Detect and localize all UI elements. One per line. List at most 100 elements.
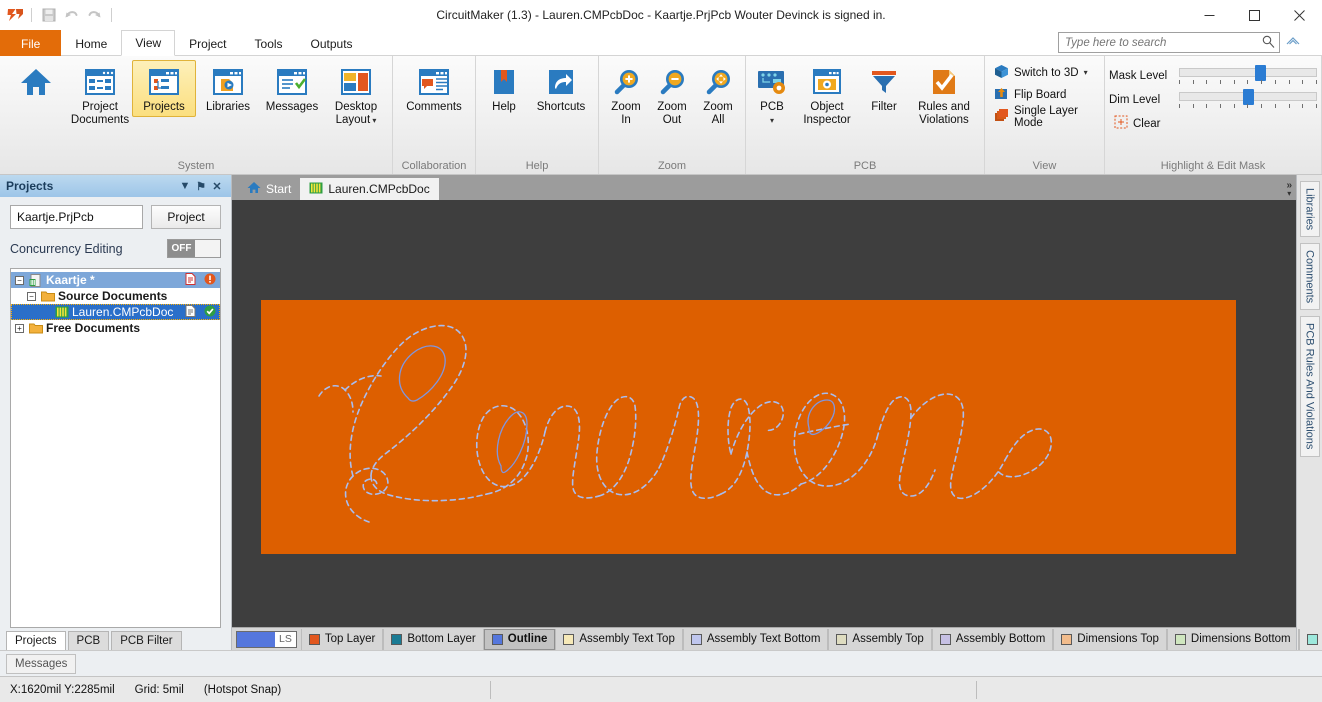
layer-set-label: LS <box>275 633 296 645</box>
document-tab-start[interactable]: Start <box>238 178 300 200</box>
search-icon[interactable] <box>1262 35 1275 51</box>
ribbon-button-filter[interactable]: Filter <box>860 60 908 117</box>
layer-color-swatch <box>940 634 951 645</box>
document-tab-lauren-cmpcbdoc[interactable]: Lauren.CMPcbDoc <box>300 178 438 200</box>
ribbon-button-comments[interactable]: Comments <box>397 60 471 117</box>
ribbon-group-help: Help Shortcuts Help <box>476 56 599 174</box>
help-cloud-icon[interactable] <box>1286 35 1300 50</box>
layer-color-swatch <box>1061 634 1072 645</box>
ribbon-button-desktop-layout[interactable]: Desktop Layout ▾ <box>324 60 388 130</box>
maximize-button[interactable] <box>1232 0 1277 30</box>
panel-menu-icon[interactable]: ▼ <box>177 180 193 192</box>
tree-node-badges <box>185 273 216 288</box>
ribbon-button-zoom-out[interactable]: Zoom Out <box>649 60 695 130</box>
layer-tab-assembly-bottom[interactable]: Assembly Bottom <box>932 629 1053 650</box>
expander-icon[interactable]: − <box>15 276 24 285</box>
title-bar: CircuitMaker (1.3) - Lauren.CMPcbDoc - K… <box>0 0 1322 30</box>
ribbon-item-clear-mask[interactable]: Clear <box>1109 113 1165 134</box>
ribbon-tab-outputs[interactable]: Outputs <box>297 30 367 56</box>
mask-level-slider[interactable] <box>1179 65 1317 86</box>
project-combo[interactable]: Kaartje.PrjPcb <box>10 205 143 229</box>
pcb-board[interactable] <box>261 300 1236 554</box>
ribbon-button-project-documents[interactable]: Project Documents <box>68 60 132 130</box>
chevron-down-icon[interactable]: ▾ <box>1287 190 1291 198</box>
folder-icon <box>40 290 55 302</box>
ribbon-item-switch-to-3d[interactable]: Switch to 3D ▾ <box>989 62 1093 83</box>
expander-icon[interactable]: + <box>15 324 24 333</box>
ribbon-button-libraries[interactable]: Libraries <box>196 60 260 117</box>
dim-level-slider[interactable] <box>1179 89 1317 110</box>
dock-tab-pcb-rules-and-violations[interactable]: PCB Rules And Violations <box>1300 316 1320 456</box>
minimize-button[interactable] <box>1187 0 1232 30</box>
tree-node-lauren-cmpcbdoc[interactable]: Lauren.CMPcbDoc <box>11 304 220 320</box>
layer-tab-assembly-text-bottom[interactable]: Assembly Text Bottom <box>683 629 829 650</box>
ribbon-tab-home[interactable]: Home <box>61 30 121 56</box>
project-button[interactable]: Project <box>151 205 221 229</box>
ribbon-item-flip-board[interactable]: Flip Board <box>989 84 1071 105</box>
editor-area: Start Lauren.CMPcbDoc » ▾ LS Top Layer B… <box>232 175 1296 650</box>
layer-tab-label: Top Layer <box>325 633 376 645</box>
tree-node-badges <box>185 305 216 320</box>
chevron-down-icon[interactable]: ▾ <box>1084 68 1088 77</box>
layer-color-swatch <box>1175 634 1186 645</box>
ribbon-button-object-inspector[interactable]: Object Inspector <box>794 60 860 130</box>
ribbon-button-zoom-in[interactable]: Zoom In <box>603 60 649 130</box>
label-line-2: In <box>621 114 631 126</box>
layer-tab-bottom-layer[interactable]: Bottom Layer <box>383 629 483 650</box>
ribbon-tab-tools[interactable]: Tools <box>241 30 297 56</box>
search-box[interactable] <box>1058 32 1280 53</box>
doc-red-icon <box>185 273 196 288</box>
layer-tab-top-layer[interactable]: Top Layer <box>301 629 384 650</box>
ribbon-tab-file[interactable]: File <box>0 30 61 56</box>
slider-thumb[interactable] <box>1255 65 1266 81</box>
layer-set-chip[interactable]: LS <box>236 631 297 648</box>
layer-tab-dimensions-bottom[interactable]: Dimensions Bottom <box>1167 629 1299 650</box>
ribbon-item-single-layer-mode[interactable]: Single Layer Mode <box>989 106 1100 127</box>
ribbon-button-zoom-in-label: Zoom In <box>611 101 640 127</box>
tree-node-source-documents[interactable]: − Source Documents <box>11 288 220 304</box>
chevron-down-icon[interactable]: ▾ <box>770 116 774 125</box>
ribbon-button-pcb[interactable]: PCB ▾ <box>750 60 794 130</box>
slider-thumb[interactable] <box>1243 89 1254 105</box>
ribbon-button-zoom-all[interactable]: Zoom All <box>695 60 741 130</box>
layer-tab-3d[interactable]: 3D T <box>1299 629 1322 650</box>
search-input[interactable] <box>1065 37 1262 49</box>
concurrency-editing-label: Concurrency Editing <box>10 242 167 256</box>
dock-tab-libraries[interactable]: Libraries <box>1300 181 1320 237</box>
ribbon-group-zoom-label: Zoom <box>603 158 741 174</box>
project-tree[interactable]: − Kaartje * − Source Documents Lauren.CM… <box>10 268 221 628</box>
redo-icon[interactable] <box>85 6 104 25</box>
ribbon-button-rules-and-violations[interactable]: Rules and Violations <box>908 60 980 130</box>
panel-tab-pcb[interactable]: PCB <box>68 631 110 650</box>
undo-icon[interactable] <box>62 6 81 25</box>
panel-tab-projects[interactable]: Projects <box>6 631 66 650</box>
messages-tab[interactable]: Messages <box>6 654 76 674</box>
ribbon-button-projects[interactable]: Projects <box>132 60 196 117</box>
ribbon-button-home[interactable] <box>4 60 68 104</box>
close-icon[interactable]: ✕ <box>209 180 225 193</box>
panel-tab-pcb-filter[interactable]: PCB Filter <box>111 631 181 650</box>
layer-tab-assembly-top[interactable]: Assembly Top <box>828 629 931 650</box>
ribbon-button-messages[interactable]: Messages <box>260 60 324 117</box>
status-grid: Grid: 5mil <box>125 677 194 702</box>
ribbon-tab-view[interactable]: View <box>121 30 175 56</box>
ribbon-tab-project[interactable]: Project <box>175 30 240 56</box>
expander-icon[interactable]: − <box>27 292 36 301</box>
ribbon-button-shortcuts[interactable]: Shortcuts <box>528 60 594 117</box>
tree-node-free-documents[interactable]: + Free Documents <box>11 320 220 336</box>
close-button[interactable] <box>1277 0 1322 30</box>
dock-tab-comments[interactable]: Comments <box>1300 243 1320 310</box>
concurrency-editing-toggle[interactable]: OFF <box>167 239 221 258</box>
pcb-canvas[interactable] <box>232 200 1296 627</box>
slider-ticks <box>1179 80 1317 85</box>
tree-node-kaartje[interactable]: − Kaartje * <box>11 272 220 288</box>
save-icon[interactable] <box>39 6 58 25</box>
layer-tab-outline[interactable]: Outline <box>484 629 556 650</box>
pin-icon[interactable]: ⚑ <box>193 180 209 193</box>
layer-tab-dimensions-top[interactable]: Dimensions Top <box>1053 629 1167 650</box>
layer-color-swatch <box>836 634 847 645</box>
ribbon-button-help[interactable]: Help <box>480 60 528 117</box>
chevron-down-icon[interactable]: ▾ <box>370 116 376 125</box>
layer-tab-assembly-text-top[interactable]: Assembly Text Top <box>555 629 682 650</box>
document-tabs-overflow[interactable]: » ▾ <box>1286 182 1292 198</box>
